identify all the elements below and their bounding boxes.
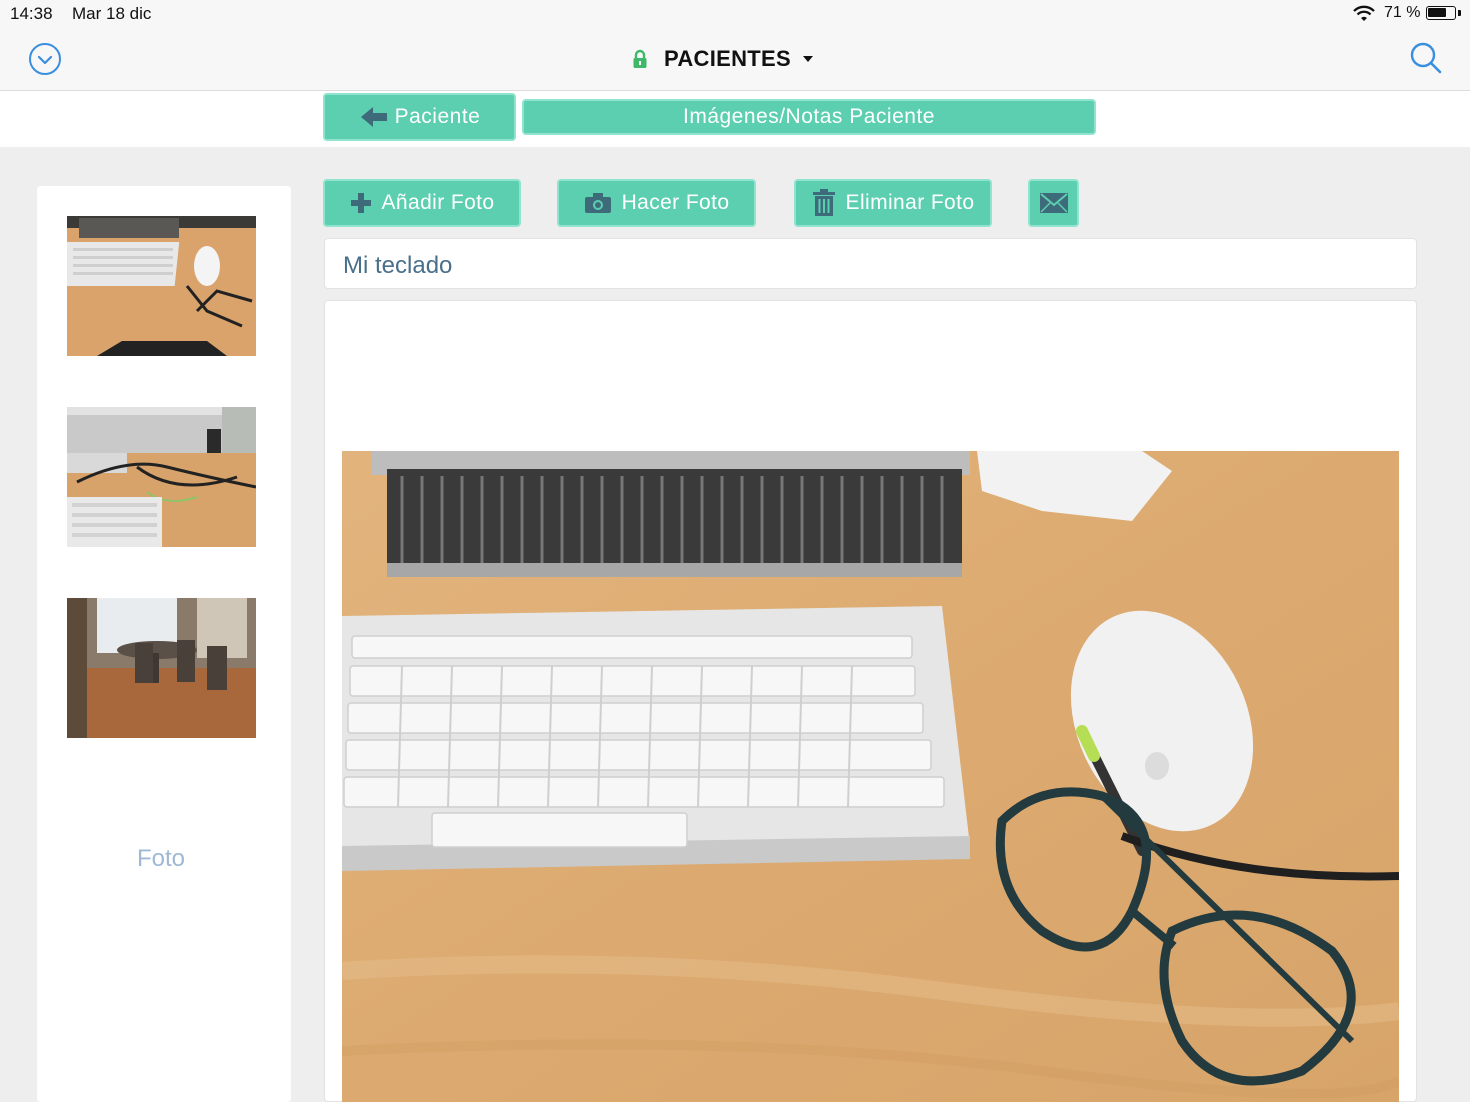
tab-images-label: Imágenes/Notas Paciente	[683, 105, 935, 128]
take-photo-label: Hacer Foto	[621, 191, 730, 214]
status-date: Mar 18 dic	[72, 4, 152, 23]
battery-percent: 71 %	[1384, 4, 1421, 21]
tab-images-notes[interactable]: Imágenes/Notas Paciente	[522, 99, 1096, 135]
search-icon[interactable]	[1408, 40, 1444, 76]
thumbnail-photo-3[interactable]	[67, 598, 256, 738]
wifi-icon	[1353, 5, 1375, 21]
add-photo-button[interactable]: Añadir Foto	[323, 179, 521, 227]
battery-tip	[1458, 10, 1461, 16]
caret-down-icon	[802, 56, 813, 62]
email-photo-button[interactable]	[1028, 179, 1079, 227]
status-time: 14:38	[10, 4, 53, 23]
plus-icon	[350, 193, 371, 213]
delete-photo-label: Eliminar Foto	[845, 191, 975, 214]
battery-fill	[1428, 8, 1446, 17]
back-to-patient-button[interactable]: Paciente	[323, 93, 516, 141]
take-photo-button[interactable]: Hacer Foto	[557, 179, 756, 227]
delete-photo-button[interactable]: Eliminar Foto	[794, 179, 992, 227]
battery-icon	[1426, 6, 1456, 20]
chevron-down-circle-icon[interactable]	[29, 43, 61, 75]
lock-icon	[633, 49, 647, 68]
nav-title-dropdown[interactable]: PACIENTES	[630, 44, 813, 74]
camera-icon	[584, 193, 611, 213]
add-photo-label: Añadir Foto	[381, 191, 495, 214]
thumbnail-photo-1[interactable]	[67, 216, 256, 356]
thumbnail-photo-2[interactable]	[67, 407, 256, 547]
trash-icon	[812, 189, 835, 216]
sidebar-foto-label: Foto	[136, 845, 186, 872]
page-title: PACIENTES	[664, 46, 791, 71]
main-photo-keyboard-desk	[342, 451, 1399, 1102]
arrow-left-icon	[360, 107, 387, 127]
photo-note-field[interactable]: Mi teclado	[324, 238, 1417, 289]
mail-icon	[1039, 193, 1068, 213]
back-button-label: Paciente	[394, 105, 481, 128]
